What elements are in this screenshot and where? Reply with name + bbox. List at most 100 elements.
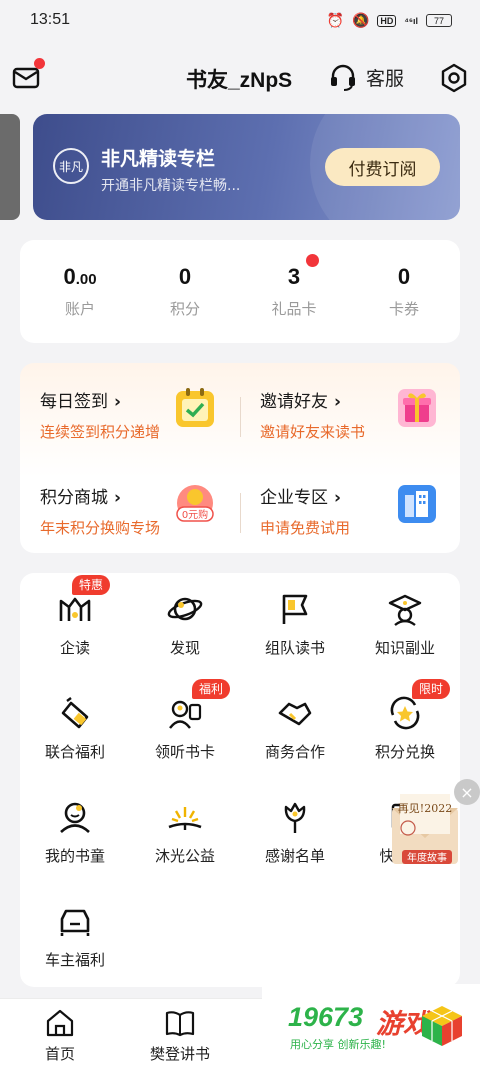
subscribe-button[interactable]: 付费订阅 [325,148,440,186]
stat-label: 积分 [169,300,200,318]
calendar-check-icon [176,388,214,427]
svg-text:年度故事: 年度故事 [407,851,447,864]
stat-value: 0.00 [63,264,97,289]
notification-dot [34,58,45,69]
grid-item-listen-card[interactable]: 福利 领听书卡 [130,677,240,777]
service-label: 客服 [366,67,405,90]
previous-banner-peek[interactable] [0,114,20,220]
header: 书友_zNpS 客服 [0,50,480,106]
hand-coupon-icon [61,697,89,729]
planet-icon [167,597,203,621]
headset-icon [331,64,355,91]
customer-service-button[interactable]: 客服 [328,62,404,92]
watermark-tagline: 用心分享 创新乐趣! [290,1038,386,1051]
grid-label: 沐光公益 [154,847,215,865]
banner-title: 非凡精读专栏 [101,148,216,170]
grid-label: 我的书童 [44,847,105,865]
grid-item-business-cooperation[interactable]: 商务合作 [240,677,350,777]
stats-card: 0.00 账户 0 积分 3 礼品卡 0 卡券 [20,240,460,343]
feature-enterprise-zone[interactable]: 企业专区 › 申请免费试用 [260,483,460,553]
nav-label: 樊登讲书 [149,1045,210,1063]
nav-label: 首页 [44,1045,75,1063]
stat-account[interactable]: 0.00 账户 [35,264,125,319]
divider [240,397,241,437]
grid-item-knowledge-sideline[interactable]: 知识副业 [350,573,460,673]
hd-icon: HD [377,14,397,27]
feature-card: 每日签到 › 连续签到积分递增 邀请好友 › 邀请好友来读书 积分商城 › 年末积分换… [20,363,460,553]
open-book-icon [165,1011,195,1037]
car-icon [60,909,90,936]
grid-item-joint-welfare[interactable]: 联合福利 [20,677,130,777]
gear-icon [441,63,467,93]
stat-label: 礼品卡 [271,300,317,318]
svg-text:再见!2022: 再见!2022 [398,802,452,815]
grid-item-points-exchange[interactable]: 限时 积分兑换 [350,677,460,777]
home-icon [46,1009,74,1037]
grid-label: 知识副业 [374,639,435,657]
grid-item-discover[interactable]: 发现 [130,573,240,673]
badge: 特惠 [72,575,111,595]
grid-label: 领听书卡 [154,743,215,761]
stat-label: 卡券 [388,300,419,318]
feature-points-mall[interactable]: 积分商城 › 年末积分换购专场 0元购 [40,483,240,553]
stat-label: 账户 [64,300,95,318]
grid-item-car-owner-welfare[interactable]: 车主福利 [20,885,130,985]
feature-daily-checkin[interactable]: 每日签到 › 连续签到积分递增 [40,387,240,457]
coin-icon: 0元购 [176,485,214,522]
page-title: 书友_zNpS [186,69,293,92]
banner-logo: 非凡 [53,148,89,184]
badge: 福利 [192,679,231,699]
grid-label: 发现 [169,639,200,657]
nav-home[interactable]: 首页 [15,1007,105,1064]
banner-subtitle: 开通非凡精读专栏畅... [101,178,241,194]
alarm-icon: ⏰ [326,12,344,28]
svg-text:0元购: 0元购 [182,508,208,521]
grid-label: 积分兑换 [374,743,435,761]
grid-item-enterprise-read[interactable]: 特惠 企读 [20,573,130,673]
grid-label: 商务合作 [264,743,325,761]
status-bar: 13:51 ⏰ 🔕 HD ⁴⁶ıl 77 [0,0,480,42]
grid-label: 车主福利 [44,951,105,969]
stat-coupons[interactable]: 0 卡券 [359,264,449,319]
grid-item-my-book-kid[interactable]: 我的书童 [20,781,130,881]
grid-item-thanks-list[interactable]: 感谢名单 [240,781,350,881]
grid-label: 联合福利 [44,743,105,761]
cube-logo-icon [422,1006,462,1046]
flag-icon [282,594,308,624]
nav-fandeng-books[interactable]: 樊登讲书 [135,1007,225,1064]
enterprise-read-icon [59,597,91,621]
mute-icon: 🔕 [351,12,370,28]
kid-icon [60,802,90,833]
grid-label: 企读 [59,639,90,657]
listener-icon [169,700,202,729]
stat-points[interactable]: 0 积分 [140,264,230,319]
battery-icon: 77 [426,14,452,27]
sunrise-book-icon [168,807,202,830]
status-time: 13:51 [30,11,71,28]
gift-icon [398,389,436,427]
notification-dot [306,254,319,267]
stat-value: 0 [397,264,411,289]
flower-icon [284,802,306,833]
divider [240,493,241,533]
building-icon [398,485,436,523]
watermark-number: 19673 [288,1002,364,1032]
grid-item-muguang-charity[interactable]: 沐光公益 [130,781,240,881]
grid-label: 组队读书 [264,639,325,657]
settings-button[interactable] [439,63,469,93]
floating-ad[interactable]: 再见!2022 年度故事 [388,788,462,870]
feature-invite-friends[interactable]: 邀请好友 › 邀请好友来读书 [260,387,460,457]
signal-icon: ⁴⁶ıl [404,15,418,26]
exchange-star-icon [390,696,420,730]
status-icons: ⏰ 🔕 HD ⁴⁶ıl 77 [327,12,452,29]
graduation-cap-icon [388,594,422,626]
badge: 限时 [412,679,451,699]
site-watermark: 19673 游戏 用心分享 创新乐趣! [262,984,480,1067]
stat-gift-card[interactable]: 3 礼品卡 [249,264,339,319]
stat-value: 0 [178,264,192,289]
promo-banner[interactable]: 非凡 非凡精读专栏 开通非凡精读专栏畅... 付费订阅 [33,114,460,220]
services-grid: 特惠 企读 发现 组队读书 知识副业 联合福利 福利 领听书卡 商务合作 限时 … [20,573,460,987]
stat-value: 3 [287,264,301,289]
handshake-icon [278,702,312,726]
grid-item-team-reading[interactable]: 组队读书 [240,573,350,673]
